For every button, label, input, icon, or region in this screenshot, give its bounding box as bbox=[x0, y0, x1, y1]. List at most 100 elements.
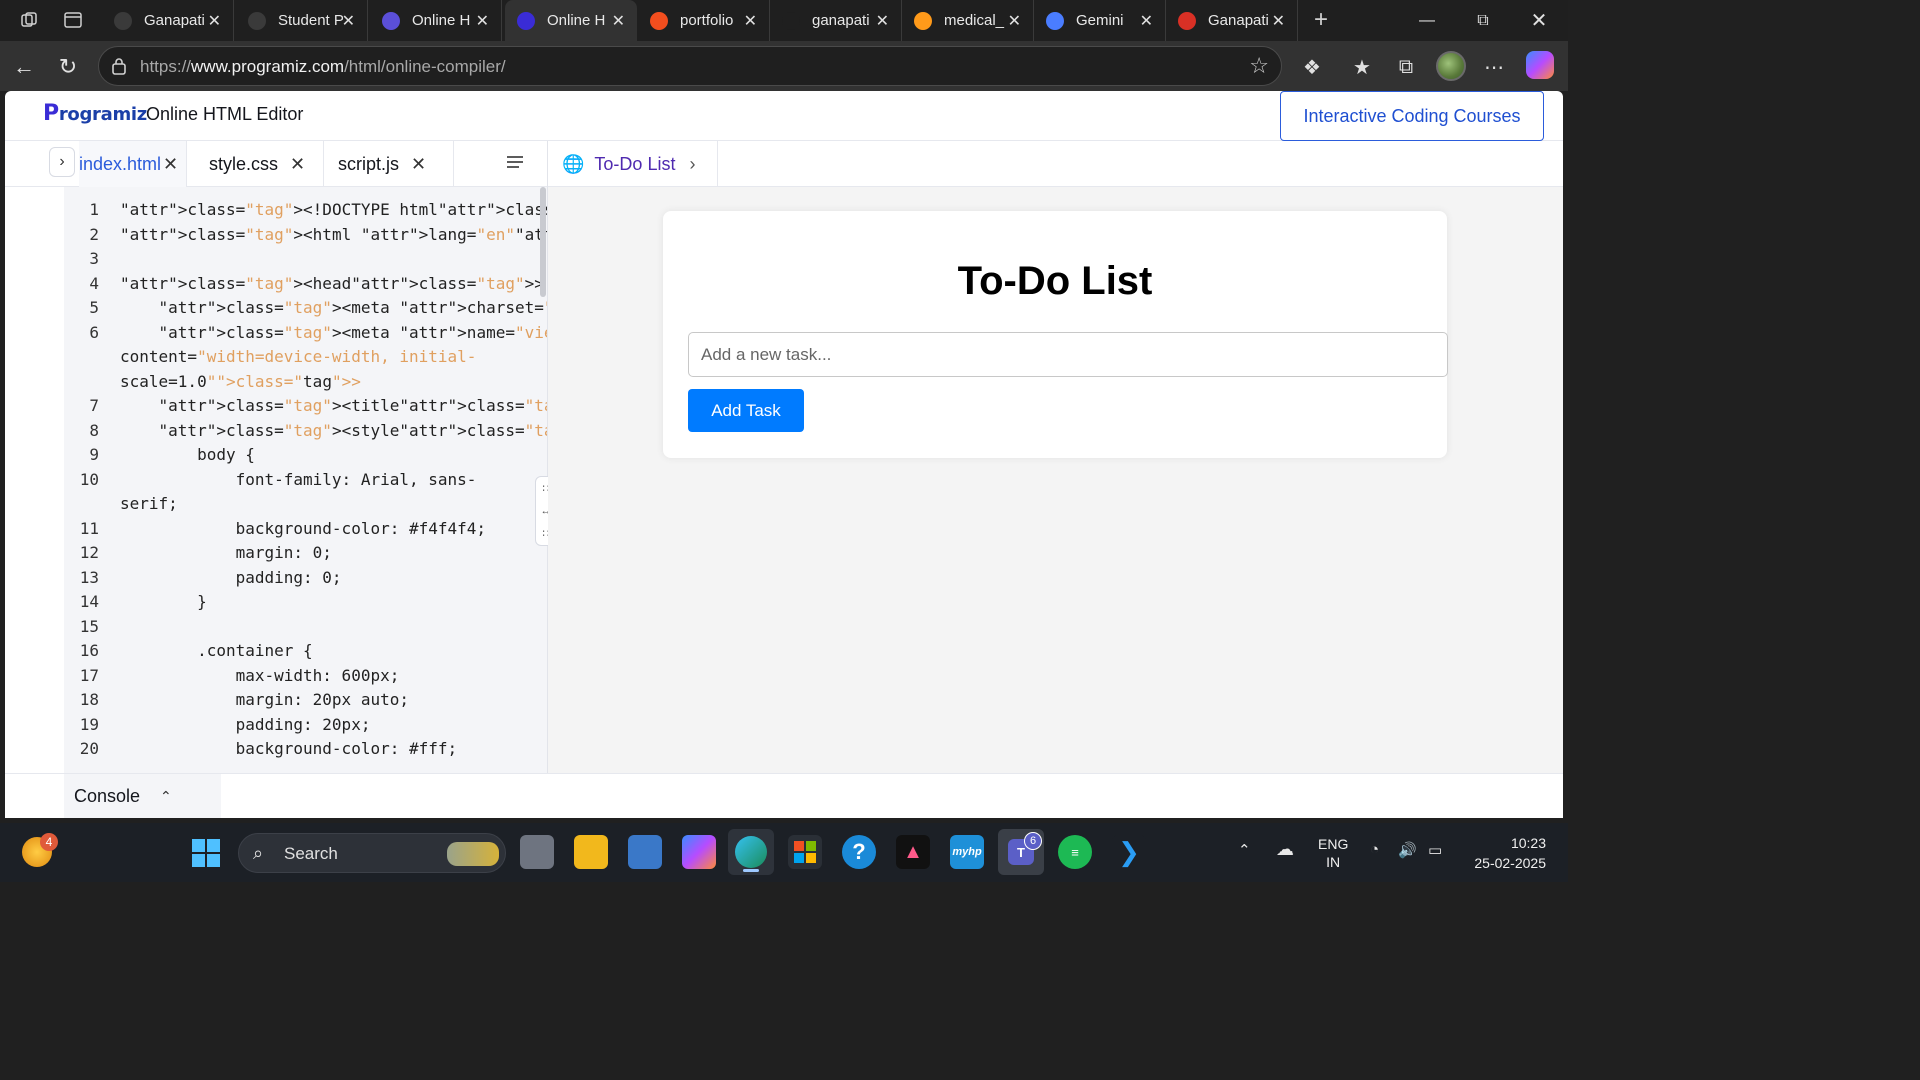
workspaces-icon[interactable] bbox=[14, 6, 44, 34]
line-number: 3 bbox=[89, 249, 99, 268]
editor-scrollbar[interactable] bbox=[540, 187, 546, 297]
file-tab-index[interactable]: index.html ✕ bbox=[79, 141, 187, 187]
restore-button[interactable]: ⧉ bbox=[1455, 0, 1511, 41]
code-text: content="width=device-width, initial- bbox=[120, 347, 477, 366]
browser-tab[interactable]: Online H ✕ bbox=[370, 0, 502, 41]
code-editor[interactable]: 1 "attr">class="tag"><!DOCTYPE html"attr"… bbox=[64, 187, 547, 773]
new-tab-button[interactable]: + bbox=[1306, 6, 1336, 34]
taskbar-clock[interactable]: 10:23 25-02-2025 bbox=[1466, 833, 1546, 873]
close-tab-icon[interactable]: ✕ bbox=[1140, 11, 1153, 31]
code-text: serif; bbox=[120, 494, 178, 513]
lock-icon[interactable] bbox=[111, 57, 127, 75]
add-task-button[interactable]: Add Task bbox=[688, 389, 804, 432]
refresh-button[interactable]: ↻ bbox=[54, 53, 82, 81]
more-menu-icon[interactable]: ⋯ bbox=[1480, 53, 1508, 81]
programiz-logo[interactable]: Programiz bbox=[43, 101, 147, 126]
code-text: background-color: #f4f4f4; bbox=[120, 518, 487, 538]
site-header: Programiz Online HTML Editor Interactive… bbox=[5, 91, 1563, 141]
show-hidden-icons-icon[interactable]: ⌃ bbox=[1238, 841, 1251, 859]
chevron-up-icon[interactable]: ⌃ bbox=[160, 788, 172, 805]
github-icon bbox=[782, 11, 800, 30]
file-tab-label: index.html bbox=[79, 153, 162, 174]
close-tab-icon[interactable]: ✕ bbox=[612, 11, 625, 31]
language-indicator[interactable]: ENG IN bbox=[1318, 835, 1348, 871]
tab-actions-icon[interactable] bbox=[58, 6, 88, 34]
code-text: max-width: 600px; bbox=[120, 665, 400, 685]
close-tab-icon[interactable]: ✕ bbox=[876, 11, 889, 31]
line-number: 8 bbox=[89, 420, 99, 440]
wifi-icon[interactable]: ◔ bbox=[1370, 841, 1379, 858]
close-icon[interactable]: ✕ bbox=[290, 154, 305, 175]
close-tab-icon[interactable]: ✕ bbox=[476, 11, 489, 31]
edge-browser-icon[interactable] bbox=[728, 829, 774, 875]
bolt-icon bbox=[382, 11, 400, 30]
close-tab-icon[interactable]: ✕ bbox=[1272, 11, 1285, 31]
browser-tab[interactable]: ganapati ✕ bbox=[770, 0, 902, 41]
close-tab-icon[interactable]: ✕ bbox=[208, 11, 221, 31]
extensions-icon[interactable]: ❖ bbox=[1298, 53, 1326, 81]
preview-pane: To-Do List Add Task bbox=[548, 187, 1563, 773]
back-button[interactable]: ← bbox=[10, 53, 38, 81]
copilot-icon[interactable] bbox=[1526, 51, 1554, 79]
close-window-button[interactable]: ✕ bbox=[1511, 0, 1567, 41]
chevron-right-icon[interactable]: › bbox=[689, 154, 695, 175]
line-number: 7 bbox=[89, 396, 99, 415]
code-text: margin: 20px auto; bbox=[120, 690, 409, 709]
copilot-app-icon[interactable] bbox=[682, 835, 716, 869]
profile-avatar[interactable] bbox=[1436, 51, 1466, 81]
code-text: "attr">class="tag"><meta "attr">charset=… bbox=[158, 298, 547, 317]
close-tab-icon[interactable]: ✕ bbox=[1008, 11, 1021, 31]
browser-tab[interactable]: Ganapati ✕ bbox=[1166, 0, 1298, 41]
task-view-icon[interactable] bbox=[520, 835, 554, 869]
browser-tab[interactable]: Ganapati ✕ bbox=[102, 0, 234, 41]
windows-taskbar: 4 ⌕ Search ? ▲ myhp T 6 ≡ ❯ ⌃ ☁ ENG IN ◔… bbox=[0, 823, 1568, 882]
windows-start-icon[interactable] bbox=[192, 839, 220, 867]
preview-tab[interactable]: 🌐 To-Do List › bbox=[548, 141, 718, 187]
line-number: 13 bbox=[79, 567, 99, 587]
taskbar-search[interactable]: ⌕ Search bbox=[238, 833, 506, 873]
volume-icon[interactable]: 🔊 bbox=[1398, 841, 1417, 859]
onedrive-icon[interactable]: ☁ bbox=[1276, 839, 1294, 860]
url-text[interactable]: https://www.programiz.com/html/online-co… bbox=[140, 57, 506, 77]
line-number: 4 bbox=[89, 273, 99, 293]
microsoft-store-icon[interactable] bbox=[788, 835, 822, 869]
close-tab-icon[interactable]: ✕ bbox=[744, 11, 757, 31]
line-number: 2 bbox=[89, 224, 99, 244]
line-number: 15 bbox=[79, 616, 99, 636]
remote-desktop-icon[interactable] bbox=[628, 835, 662, 869]
close-icon[interactable]: ✕ bbox=[163, 154, 178, 175]
file-explorer-icon[interactable] bbox=[574, 835, 608, 869]
affinity-icon[interactable]: ▲ bbox=[896, 835, 930, 869]
browser-tab[interactable]: medical_ ✕ bbox=[902, 0, 1034, 41]
programiz-page: Programiz Online HTML Editor Interactive… bbox=[5, 91, 1563, 818]
browser-tab[interactable]: Gemini ✕ bbox=[1034, 0, 1166, 41]
store-grid-icon bbox=[794, 841, 816, 863]
battery-icon[interactable]: ▭ bbox=[1428, 841, 1442, 859]
favorites-icon[interactable]: ★ bbox=[1348, 53, 1376, 81]
code-text: background-color: #fff; bbox=[120, 739, 458, 758]
console-toggle[interactable]: Console ⌃ bbox=[64, 774, 221, 818]
file-tab-style[interactable]: style.css ✕ bbox=[195, 141, 324, 187]
minimize-button[interactable]: — bbox=[1399, 0, 1455, 41]
file-tab-script[interactable]: script.js ✕ bbox=[324, 141, 454, 187]
vscode-icon[interactable]: ❯ bbox=[1112, 835, 1146, 869]
favorite-star-icon[interactable]: ☆ bbox=[1249, 53, 1269, 79]
interactive-courses-button[interactable]: Interactive Coding Courses bbox=[1280, 91, 1544, 141]
browser-tab-title: Online H bbox=[547, 12, 606, 29]
browser-tab[interactable]: Student P ✕ bbox=[236, 0, 368, 41]
figma-icon bbox=[650, 11, 668, 30]
preview-tab-label: To-Do List bbox=[594, 153, 676, 174]
help-icon[interactable]: ? bbox=[842, 835, 876, 869]
spotify-icon[interactable]: ≡ bbox=[1058, 835, 1092, 869]
chevron-right-icon[interactable]: › bbox=[49, 147, 75, 177]
close-icon[interactable]: ✕ bbox=[411, 154, 426, 175]
collections-icon[interactable]: ⧉ bbox=[1392, 53, 1420, 81]
task-input[interactable] bbox=[688, 332, 1448, 377]
format-menu-icon[interactable] bbox=[505, 153, 525, 173]
console-label: Console bbox=[74, 786, 141, 806]
browser-tab[interactable]: Online H ✕ bbox=[505, 0, 637, 41]
address-bar[interactable]: https://www.programiz.com/html/online-co… bbox=[98, 46, 1282, 86]
close-tab-icon[interactable]: ✕ bbox=[342, 11, 355, 31]
myhp-icon[interactable]: myhp bbox=[950, 835, 984, 869]
browser-tab[interactable]: portfolio ✕ bbox=[638, 0, 770, 41]
